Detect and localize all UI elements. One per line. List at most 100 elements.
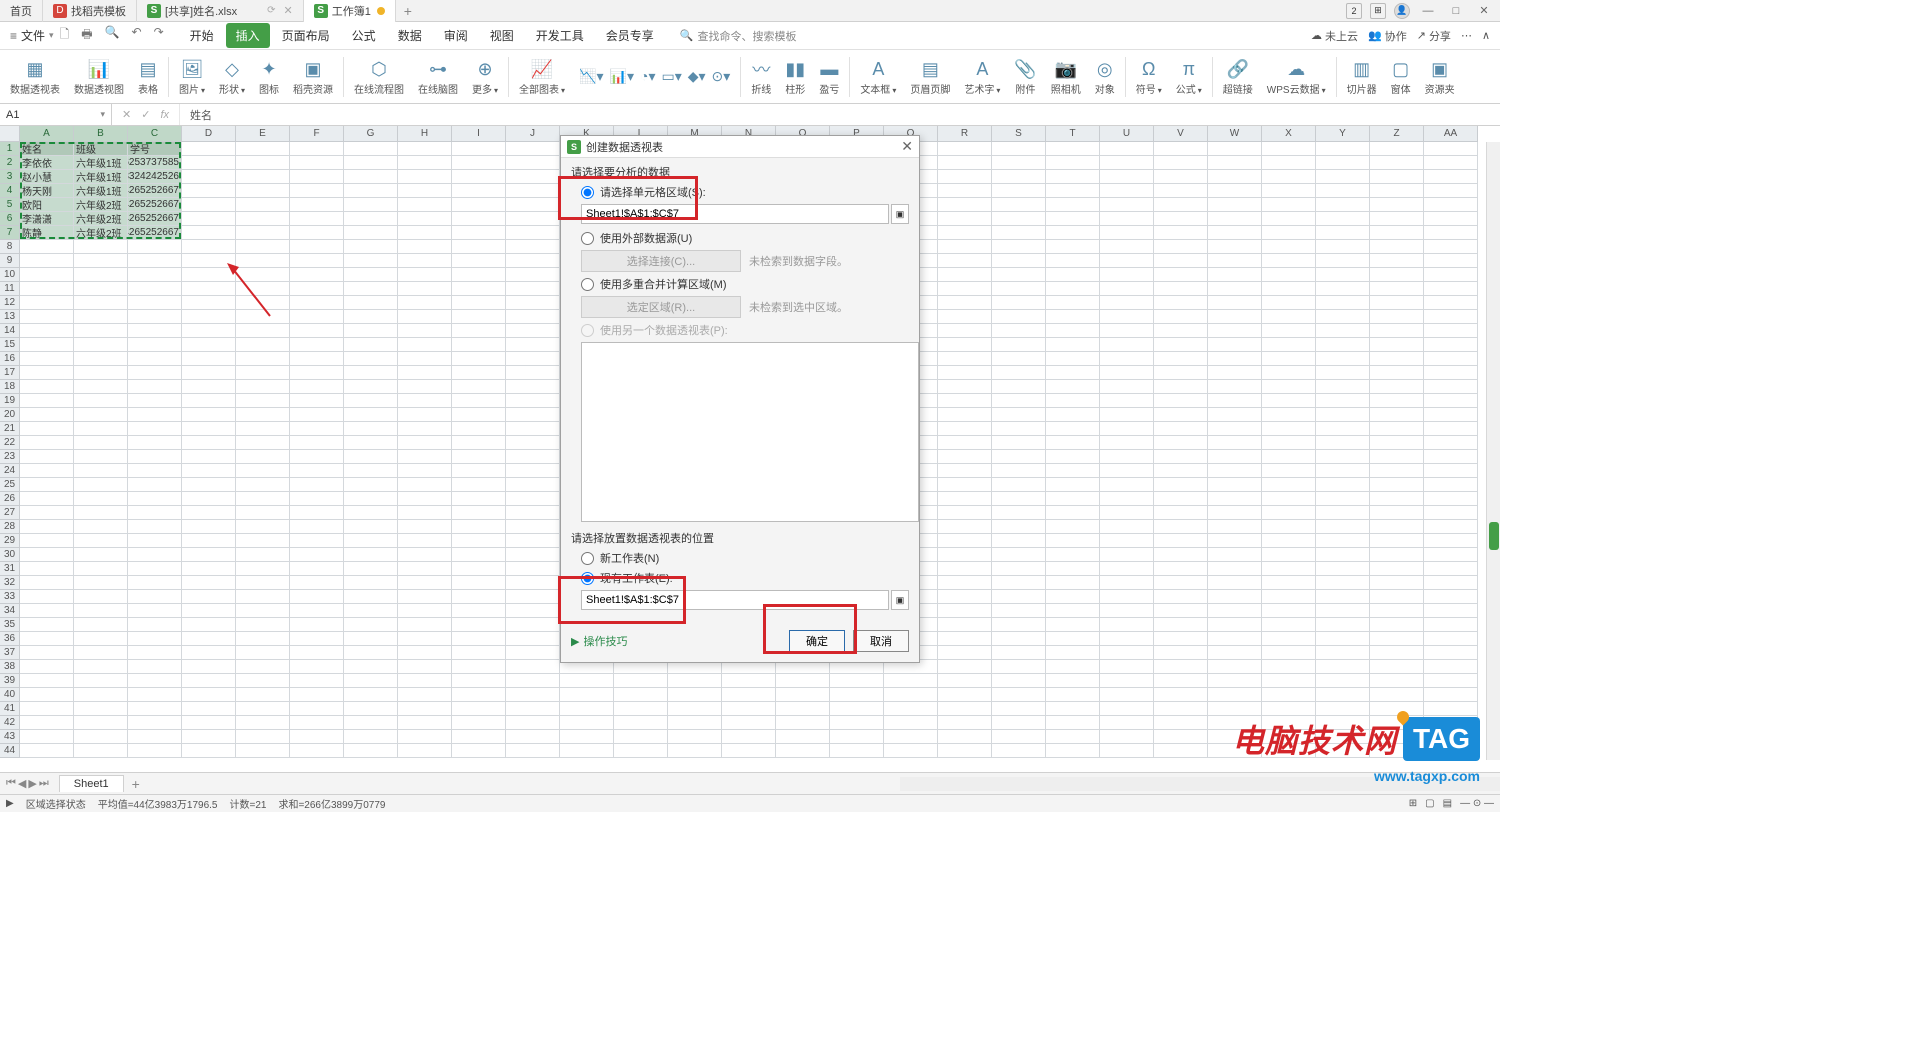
preview-icon[interactable]: 🔍 [105, 25, 120, 46]
refresh-icon[interactable]: ⟳ [267, 5, 275, 16]
icons-button[interactable]: ✦图标 [253, 53, 285, 101]
table-button[interactable]: ▤表格 [132, 53, 164, 101]
search-icon: 🔍 [680, 29, 694, 42]
fx-icon[interactable]: fx [160, 109, 169, 121]
more-button[interactable]: ⊕更多▾ [466, 53, 504, 101]
tab-layout[interactable]: 页面布局 [272, 23, 340, 48]
winloss-icon: ▬ [820, 57, 838, 81]
view-layout-icon[interactable]: ▤ [1443, 798, 1452, 809]
shapes-button[interactable]: ◇形状▾ [213, 53, 251, 101]
new-tab-button[interactable]: + [396, 3, 420, 19]
ok-button[interactable]: 确定 [789, 630, 845, 652]
print-icon[interactable]: 🖶 [81, 25, 92, 46]
symbol-button[interactable]: Ω符号▾ [1130, 53, 1168, 101]
file-menu[interactable]: 文件 [21, 27, 45, 44]
all-charts-button[interactable]: 📈全部图表▾ [513, 53, 571, 101]
tab-formula[interactable]: 公式 [342, 23, 386, 48]
link-icon: 🔗 [1227, 57, 1249, 81]
sheet-nav-first-icon[interactable]: ⏮ [6, 777, 16, 790]
badge-icon[interactable]: 2 [1346, 3, 1362, 19]
resource-button[interactable]: ▣稻壳资源 [287, 53, 339, 101]
radio-external[interactable]: 使用外部数据源(U) [581, 230, 909, 246]
object-button[interactable]: ◎对象 [1089, 53, 1121, 101]
apps-icon[interactable]: ⊞ [1370, 3, 1386, 19]
command-search[interactable]: 🔍查找命令、搜索模板 [680, 28, 797, 44]
dialog-close-button[interactable]: ✕ [901, 138, 913, 155]
pivot-chart-button[interactable]: 📊数据透视图 [68, 53, 130, 101]
tab-template[interactable]: D找稻壳模板 [43, 0, 137, 22]
sheet-nav-next-icon[interactable]: ▶ [28, 777, 36, 790]
object-icon: ◎ [1097, 57, 1113, 81]
tab-shared-file[interactable]: S[共享]姓名.xlsx⟳✕ [137, 0, 304, 22]
maximize-button[interactable]: □ [1446, 3, 1466, 19]
zoom-slider[interactable]: — ⊙ — [1460, 798, 1494, 809]
tab-start[interactable]: 开始 [180, 23, 224, 48]
user-icon[interactable]: 👤 [1394, 3, 1410, 19]
sheet-tab[interactable]: Sheet1 [59, 775, 124, 792]
flowchart-button[interactable]: ⬡在线流程图 [348, 53, 410, 101]
sheet-nav-last-icon[interactable]: ⏭ [39, 777, 49, 790]
slicer-button[interactable]: ▥切片器 [1341, 53, 1383, 101]
cloud-data-button[interactable]: ☁WPS云数据▾ [1261, 53, 1332, 101]
cancel-button[interactable]: 取消 [853, 630, 909, 652]
sparkline-column[interactable]: ▮▮柱形 [779, 53, 811, 101]
location-picker-icon[interactable]: ▣ [891, 590, 909, 610]
name-box[interactable]: A1▾ [0, 104, 112, 125]
tab-current-workbook[interactable]: S工作簿1 [304, 0, 396, 22]
undo-icon[interactable]: ↶ [132, 25, 142, 46]
wordart-button[interactable]: A艺术字▾ [958, 53, 1006, 101]
form-button[interactable]: ▢窗体 [1385, 53, 1417, 101]
minimize-button[interactable]: — [1418, 3, 1438, 19]
record-icon[interactable]: ▶ [6, 798, 14, 809]
dialog-title: 创建数据透视表 [586, 139, 663, 155]
camera-button[interactable]: 📷照相机 [1045, 53, 1087, 101]
collapse-ribbon-icon[interactable]: ∧ [1482, 29, 1490, 42]
equation-button[interactable]: π公式▾ [1170, 53, 1208, 101]
tab-dev[interactable]: 开发工具 [526, 23, 594, 48]
confirm-fx-icon[interactable]: ✓ [141, 108, 150, 121]
close-button[interactable]: ✕ [1474, 3, 1494, 19]
cloud-status[interactable]: ☁ 未上云 [1311, 28, 1358, 44]
formula-bar: A1▾ ✕ ✓ fx 姓名 [0, 104, 1500, 126]
view-normal-icon[interactable]: ⊞ [1409, 798, 1417, 809]
tab-home[interactable]: 首页 [0, 0, 43, 22]
radio-multi[interactable]: 使用多重合并计算区域(M) [581, 276, 909, 292]
range-picker-icon[interactable]: ▣ [891, 204, 909, 224]
share-button[interactable]: ↗ 分享 [1417, 28, 1451, 44]
tab-view[interactable]: 视图 [480, 23, 524, 48]
picture-button[interactable]: 🖼图片▾ [173, 53, 211, 101]
tips-link[interactable]: ▶操作技巧 [571, 633, 627, 649]
sparkline-line[interactable]: 〰折线 [745, 53, 777, 101]
mindmap-button[interactable]: ⊶在线脑图 [412, 53, 464, 101]
tab-insert[interactable]: 插入 [226, 23, 270, 48]
attachment-button[interactable]: 📎附件 [1008, 53, 1042, 101]
chart-types[interactable]: 📉▾📊▾ ◔▾▭▾ ◆▾⊙▾ [573, 53, 736, 101]
table-icon: ▤ [139, 57, 156, 81]
view-page-icon[interactable]: ▢ [1425, 798, 1434, 809]
tab-review[interactable]: 审阅 [434, 23, 478, 48]
save-icon[interactable]: 🗋 [60, 25, 70, 46]
cancel-fx-icon[interactable]: ✕ [122, 108, 131, 121]
horizontal-scrollbar[interactable] [900, 777, 1500, 791]
vertical-scrollbar[interactable] [1486, 142, 1500, 760]
radio-existing-sheet[interactable]: 现有工作表(E): [581, 570, 909, 586]
radio-cell-range[interactable]: 请选择单元格区域(S): [581, 184, 909, 200]
textbox-button[interactable]: A文本框▾ [854, 53, 902, 101]
more-icon[interactable]: ⋯ [1461, 29, 1472, 42]
location-input[interactable] [581, 590, 889, 610]
formula-input[interactable]: 姓名 [180, 107, 222, 123]
radio-new-sheet[interactable]: 新工作表(N) [581, 550, 909, 566]
tab-vip[interactable]: 会员专享 [596, 23, 664, 48]
pivot-table-button[interactable]: ▦数据透视表 [4, 53, 66, 101]
resource-folder-button[interactable]: ▣资源夹 [1419, 53, 1461, 101]
hyperlink-button[interactable]: 🔗超链接 [1217, 53, 1259, 101]
range-input[interactable] [581, 204, 889, 224]
coop-button[interactable]: 👥 协作 [1368, 28, 1407, 44]
redo-icon[interactable]: ↷ [154, 25, 164, 46]
header-footer-button[interactable]: ▤页眉页脚 [904, 53, 956, 101]
hamburger-icon[interactable]: ≡ [10, 29, 17, 43]
sheet-nav-prev-icon[interactable]: ◀ [18, 777, 26, 790]
add-sheet-button[interactable]: + [124, 776, 148, 792]
sparkline-winloss[interactable]: ▬盈亏 [813, 53, 845, 101]
tab-data[interactable]: 数据 [388, 23, 432, 48]
